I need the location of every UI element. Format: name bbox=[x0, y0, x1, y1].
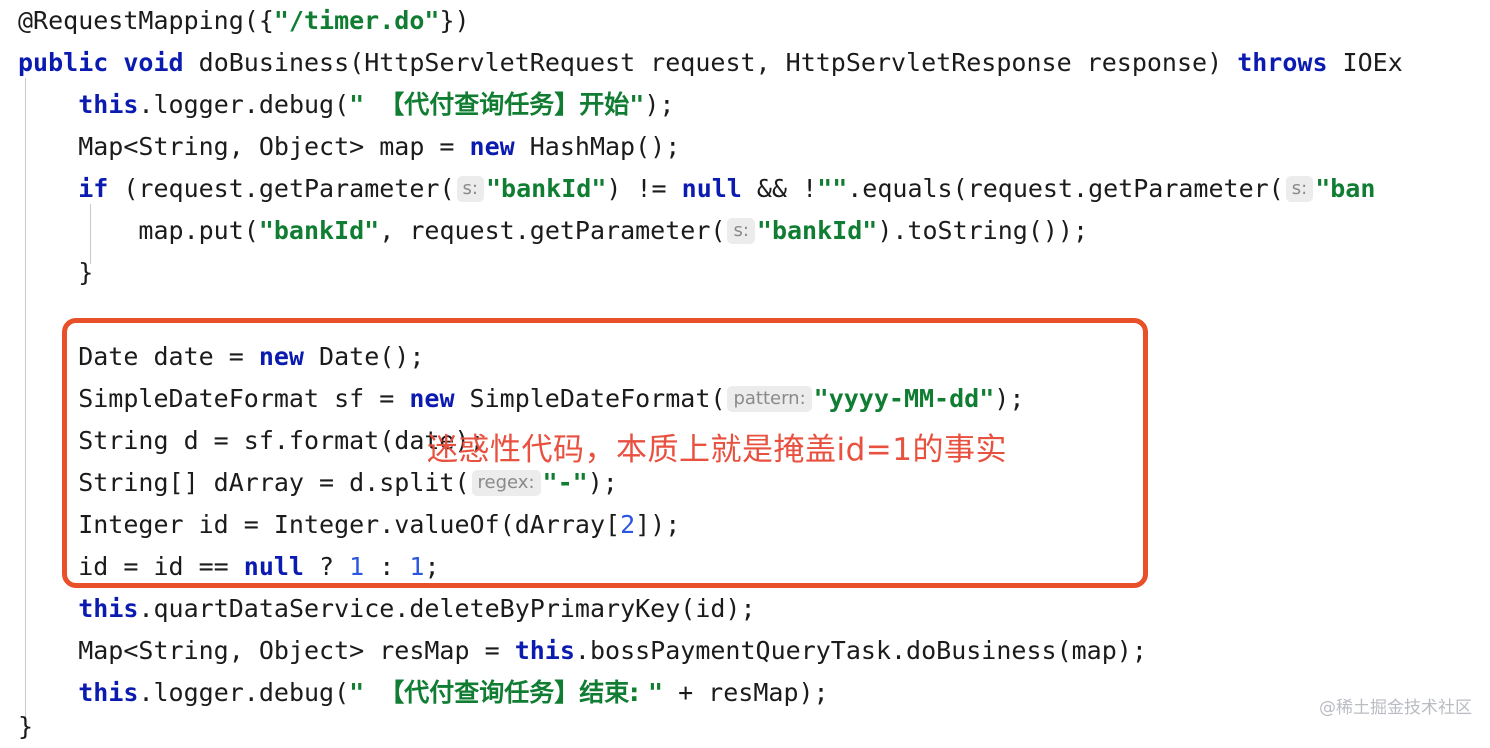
plain-token: SimpleDateFormat sf = bbox=[18, 384, 410, 413]
str-token: "ban bbox=[1315, 174, 1376, 203]
plain-token: .logger.debug( bbox=[138, 678, 350, 707]
kw-token: this bbox=[78, 678, 139, 707]
str-token: "/timer.do" bbox=[273, 6, 440, 35]
line-close-method: } bbox=[0, 706, 1490, 748]
str-token: " bbox=[349, 678, 380, 707]
plain-token: .equals(request.getParameter( bbox=[847, 174, 1284, 203]
plain-token: HashMap(); bbox=[514, 132, 681, 161]
str-token: " bbox=[647, 678, 664, 707]
line-date-new: Date date = new Date(); bbox=[0, 336, 1490, 378]
plain-token: } bbox=[18, 712, 34, 741]
kw-token: public bbox=[18, 48, 109, 77]
line-map-put: map.put("bankId", request.getParameter(s… bbox=[0, 210, 1490, 252]
line-blank bbox=[0, 294, 1490, 336]
plain-token: Map<String, Object> map = bbox=[18, 132, 470, 161]
plain-token: } bbox=[18, 258, 94, 287]
plain-token: + resMap); bbox=[663, 678, 829, 707]
kw-token: void bbox=[123, 48, 184, 77]
plain-token: IOEx bbox=[1327, 48, 1403, 77]
annotation-text: 迷惑性代码，本质上就是掩盖id=1的事实 bbox=[427, 432, 1007, 468]
kw-token: this bbox=[78, 594, 139, 623]
plain-token: doBusiness(HttpServletRequest request, H… bbox=[183, 48, 1238, 77]
plain-token: ); bbox=[994, 384, 1025, 413]
str-token: " bbox=[349, 90, 380, 119]
plain-token: Map<String, Object> resMap = bbox=[18, 636, 515, 665]
str-token: "-" bbox=[542, 468, 588, 497]
plain-token: (request.getParameter( bbox=[108, 174, 455, 203]
kw-token: new bbox=[409, 384, 455, 413]
str-token: "bankId" bbox=[756, 216, 878, 245]
plain-token: ); bbox=[587, 468, 618, 497]
kw-token: null bbox=[681, 174, 742, 203]
kw-token: throws bbox=[1237, 48, 1328, 77]
line-map-new: Map<String, Object> map = new HashMap(); bbox=[0, 126, 1490, 168]
plain-token: Date date = bbox=[18, 342, 259, 371]
plain-token: String[] dArray = d.split( bbox=[18, 468, 470, 497]
kw-token: if bbox=[78, 174, 109, 203]
line-close-if: } bbox=[0, 252, 1490, 294]
plain-token: .quartDataService.deleteByPrimaryKey(id)… bbox=[138, 594, 756, 623]
plain-token: Integer id = Integer.valueOf(dArray[ bbox=[18, 510, 621, 539]
num-token: 1 bbox=[409, 552, 425, 581]
line-method-signature: public void doBusiness(HttpServletReques… bbox=[0, 42, 1490, 84]
plain-token: }) bbox=[439, 6, 470, 35]
plain-token: ]); bbox=[635, 510, 681, 539]
num-token: 1 bbox=[349, 552, 365, 581]
kw-token: new bbox=[258, 342, 304, 371]
line-request-mapping: @RequestMapping({"/timer.do"}) bbox=[0, 0, 1490, 42]
plain-token: .bossPaymentQueryTask.doBusiness(map); bbox=[574, 636, 1147, 665]
plain-token: id = id == bbox=[18, 552, 244, 581]
plain-token: SimpleDateFormat( bbox=[454, 384, 726, 413]
str-token: "yyyy-MM-dd" bbox=[813, 384, 995, 413]
plain-token: , request.getParameter( bbox=[379, 216, 726, 245]
kw-token: new bbox=[469, 132, 515, 161]
watermark: @稀土掘金技术社区 bbox=[1319, 698, 1472, 718]
line-ternary: id = id == null ? 1 : 1; bbox=[0, 546, 1490, 588]
plain-token: ); bbox=[644, 90, 675, 119]
plain-token: ) != bbox=[606, 174, 682, 203]
kw-token: this bbox=[514, 636, 575, 665]
num-token: 2 bbox=[620, 510, 636, 539]
plain-token: .logger.debug( bbox=[138, 90, 350, 119]
line-if-bankid: if (request.getParameter(s: "bankId") != … bbox=[0, 168, 1490, 210]
parameter-hint-chip: regex: bbox=[471, 470, 541, 496]
plain-token: Date(); bbox=[303, 342, 425, 371]
plain-token: map.put( bbox=[18, 216, 259, 245]
parameter-hint-chip: s: bbox=[727, 218, 755, 244]
plain-token: @RequestMapping({ bbox=[18, 6, 274, 35]
kw-token: null bbox=[243, 552, 304, 581]
line-resmap: Map<String, Object> resMap = this.bossPa… bbox=[0, 630, 1490, 672]
parameter-hint-chip: s: bbox=[1285, 176, 1314, 202]
line-sdf-new: SimpleDateFormat sf = new SimpleDateForm… bbox=[0, 378, 1490, 420]
line-integer-id: Integer id = Integer.valueOf(dArray[2]); bbox=[0, 504, 1490, 546]
string-token-cjk: 【代付查询任务】结束: bbox=[379, 678, 648, 707]
str-token: "" bbox=[817, 174, 848, 203]
plain-token: ? bbox=[304, 552, 350, 581]
plain-token: ; bbox=[424, 552, 440, 581]
line-logger-start: this.logger.debug(" 【代付查询任务】开始"); bbox=[0, 84, 1490, 126]
parameter-hint-chip: s: bbox=[456, 176, 484, 202]
str-token: " bbox=[629, 90, 645, 119]
plain-token: : bbox=[364, 552, 410, 581]
parameter-hint-chip: pattern: bbox=[727, 386, 812, 412]
kw-token: this bbox=[78, 90, 139, 119]
code-editor-surface: @RequestMapping({"/timer.do"}) public voi… bbox=[0, 0, 1490, 741]
str-token: "bankId" bbox=[258, 216, 380, 245]
plain-token: ).toString()); bbox=[877, 216, 1089, 245]
plain-token: String d = sf.format(date); bbox=[18, 426, 485, 455]
str-token: "bankId" bbox=[485, 174, 607, 203]
string-token-cjk: 【代付查询任务】开始 bbox=[379, 90, 630, 119]
plain-token: && ! bbox=[741, 174, 818, 203]
line-delete-key: this.quartDataService.deleteByPrimaryKey… bbox=[0, 588, 1490, 630]
